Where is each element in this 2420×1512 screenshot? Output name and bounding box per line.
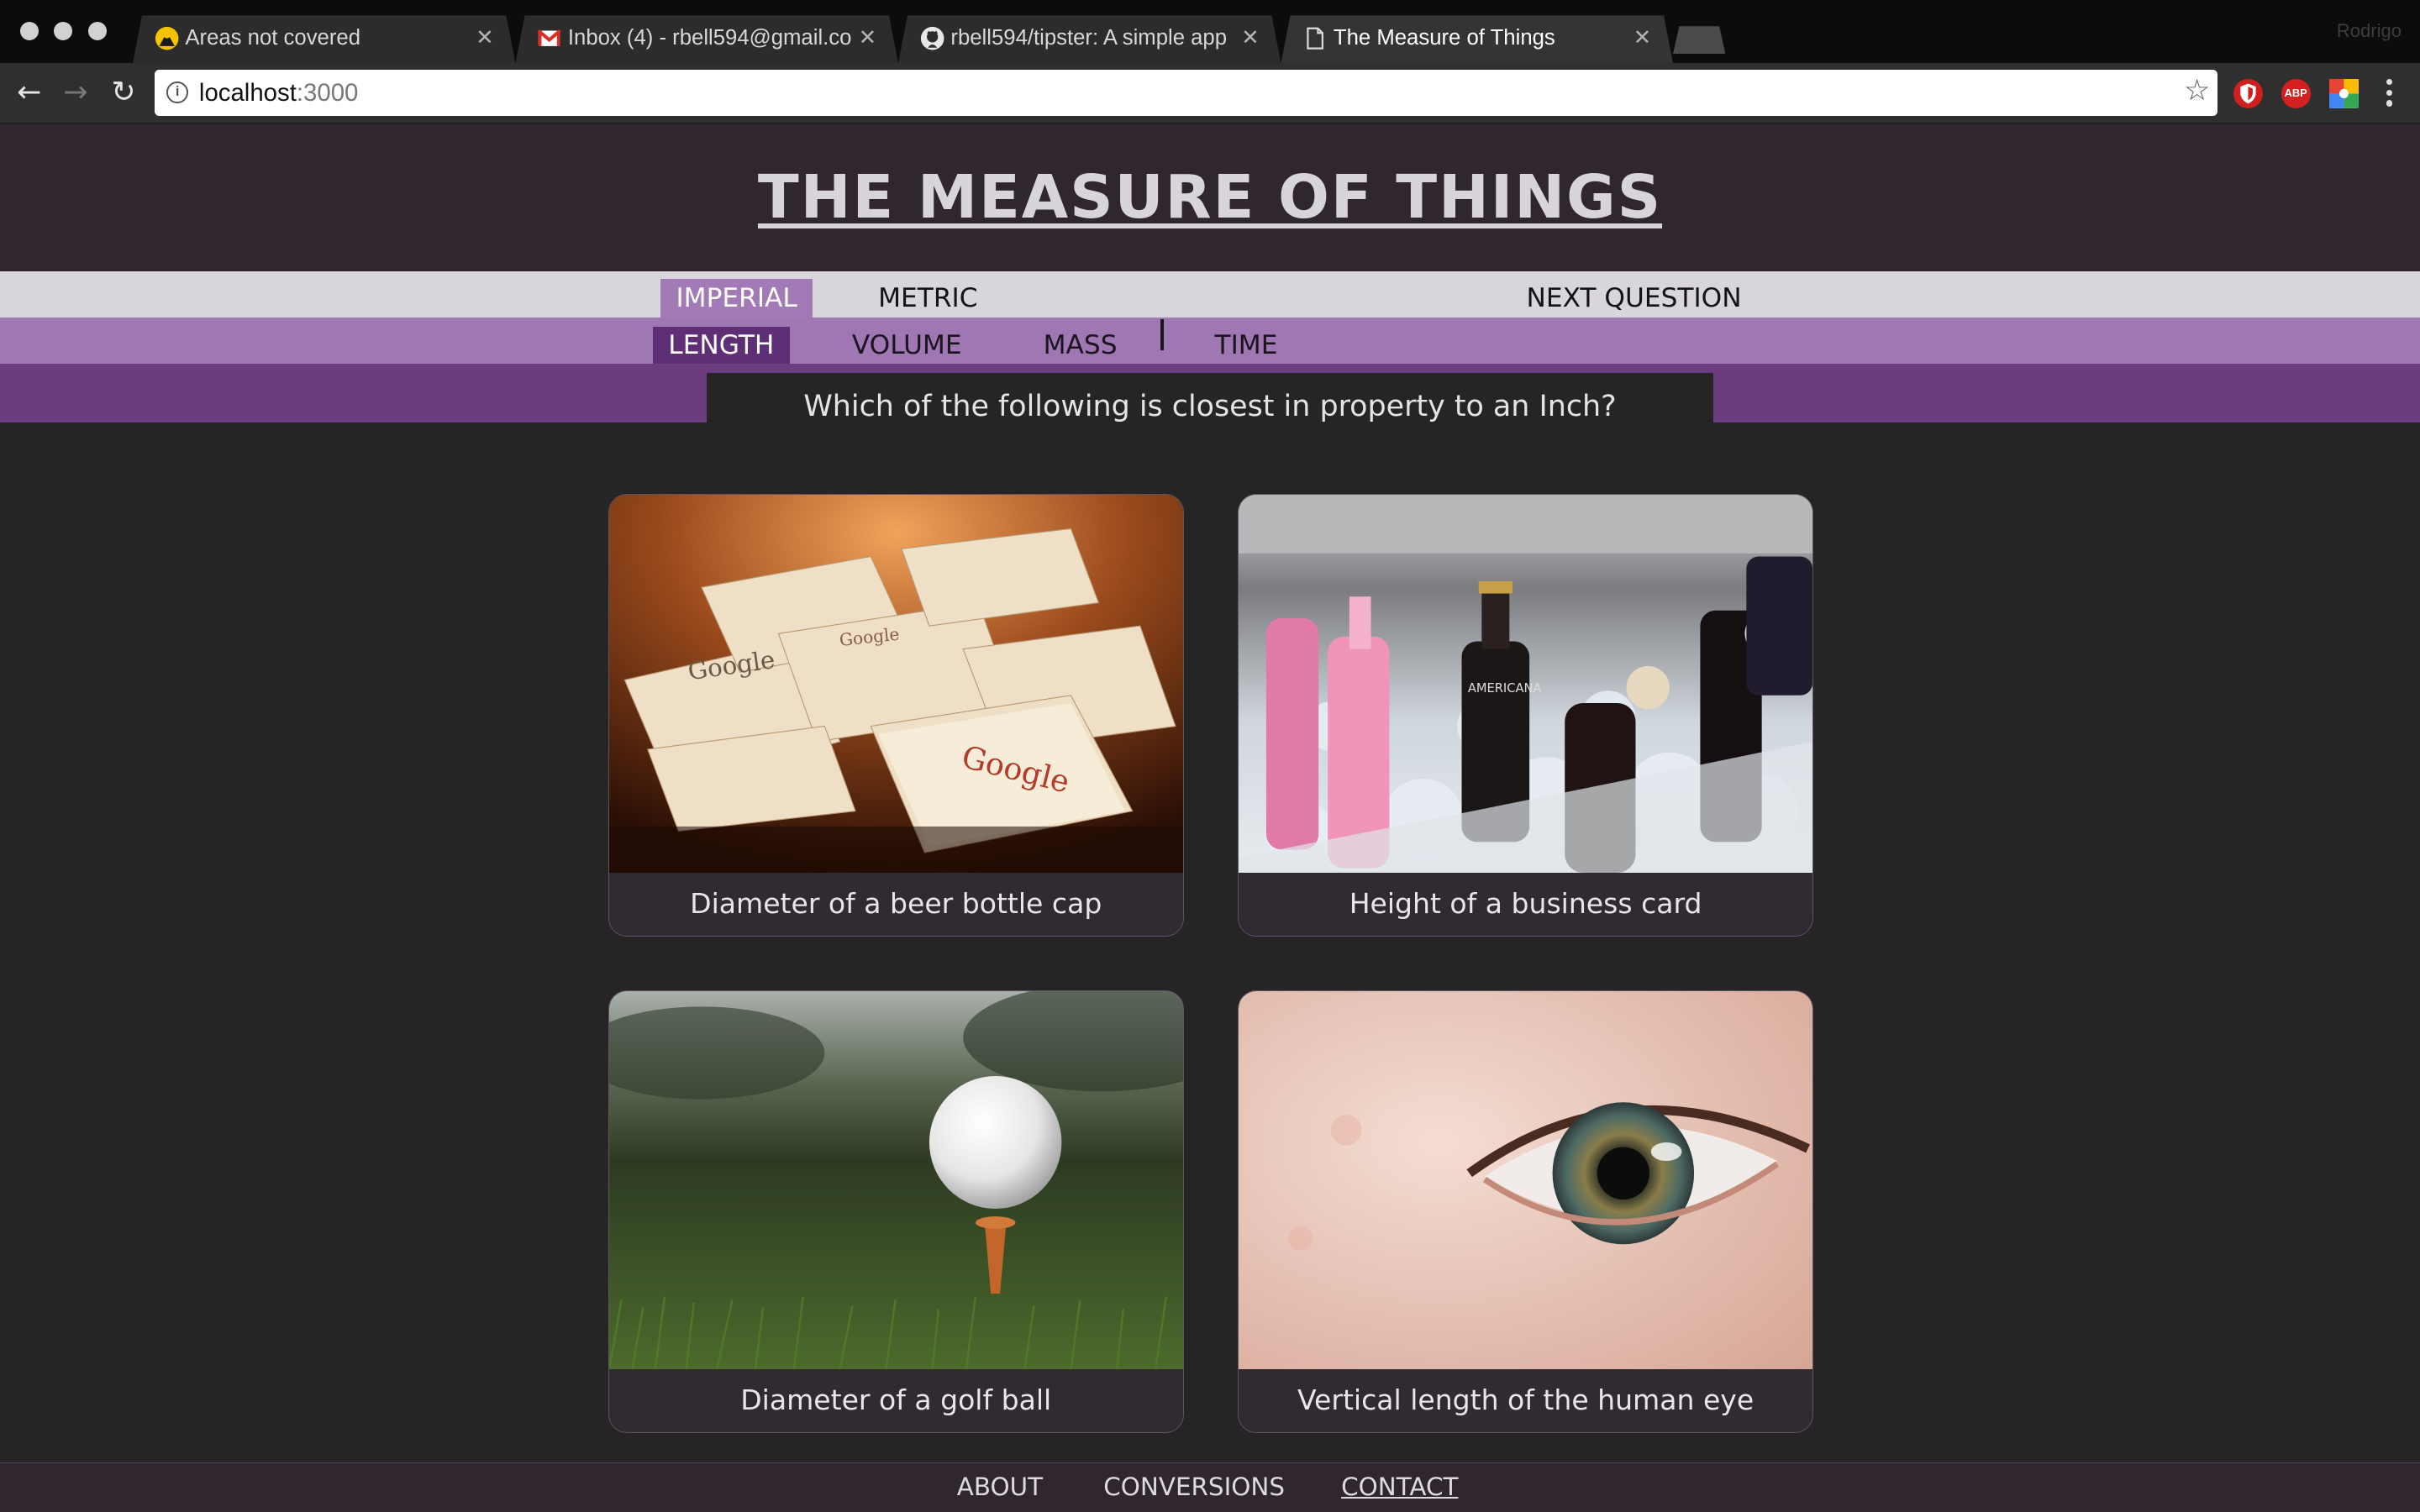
url-port: :3000 [296,78,359,107]
tab-imperial[interactable]: IMPERIAL [660,279,813,320]
address-bar[interactable]: i localhost:3000 ☆ [154,69,2218,116]
browser-window: Areas not covered ✕ Inbox (4) - rbell594… [0,0,2420,1512]
category-bar: LENGTH VOLUME MASS TIME [0,318,2420,365]
window-zoom-icon[interactable] [87,21,107,40]
answer-card-1[interactable]: Google Google Google Diameter of a beer … [608,493,1184,937]
address-url[interactable]: localhost:3000 [199,70,358,116]
site-footer: ABOUT CONVERSIONS CONTACT [0,1462,2420,1512]
forward-arrow-icon[interactable]: → [59,76,92,109]
github-icon [920,26,944,50]
tab-gmail-inbox[interactable]: Inbox (4) - rbell594@gmail.com ✕ [515,15,898,63]
close-tab-icon[interactable]: ✕ [476,15,494,61]
tab-length[interactable]: LENGTH [652,327,790,365]
tab-time[interactable]: TIME [1199,327,1293,364]
url-host: localhost [198,78,297,107]
answer-caption: Diameter of a beer bottle cap [608,872,1183,936]
footer-link-contact[interactable]: CONTACT [1341,1473,1458,1501]
document-icon [1302,26,1327,50]
ublock-icon[interactable] [2233,78,2263,108]
answer-card-4[interactable]: Vertical length of the human eye [1238,990,1814,1434]
answer-card-3[interactable]: Diameter of a golf ball [608,990,1184,1434]
tab-title: Areas not covered [185,26,360,50]
tab-areas-not-covered[interactable]: Areas not covered ✕ [133,15,516,63]
gmail-icon [537,26,561,50]
svg-text:AMERICANA: AMERICANA [1468,681,1542,696]
question-text: Which of the following is closest in pro… [707,373,1713,429]
human-eye-photo [1239,991,1813,1370]
footer-link-conversions[interactable]: CONVERSIONS [1103,1473,1285,1501]
answer-caption: Diameter of a golf ball [608,1369,1183,1433]
tab-mass[interactable]: MASS [1028,327,1133,364]
business-cards-photo: Google Google Google [608,494,1183,873]
answer-caption: Height of a business card [1239,872,1813,936]
window-minimize-icon[interactable] [54,21,73,40]
window-close-icon[interactable] [19,21,39,40]
kebab-menu-icon[interactable] [2381,76,2396,109]
tab-metric[interactable]: METRIC [863,279,993,319]
browser-toolbar: ← → ↻ i localhost:3000 ☆ ABP [0,63,2420,123]
tab-github-tipster[interactable]: rbell594/tipster: A simple app ✕ [898,15,1281,63]
site-header: THE MEASURE OF THINGS [0,124,2420,272]
tab-title: The Measure of Things [1333,26,1555,50]
tab-strip: Areas not covered ✕ Inbox (4) - rbell594… [0,0,2420,64]
tab-title: rbell594/tipster: A simple app [950,26,1228,50]
tab-title: Inbox (4) - rbell594@gmail.com [567,26,852,50]
tab-volume[interactable]: VOLUME [837,327,977,364]
adblock-plus-icon[interactable]: ABP [2281,78,2311,108]
site-title-link[interactable]: THE MEASURE OF THINGS [0,162,2420,232]
close-tab-icon[interactable]: ✕ [1634,15,1652,61]
back-arrow-icon[interactable]: ← [13,76,46,109]
unit-system-bar: IMPERIAL METRIC NEXT QUESTION [0,271,2420,320]
google-extension-icon[interactable] [2328,78,2359,108]
close-tab-icon[interactable]: ✕ [1241,15,1260,61]
new-tab-button[interactable] [1673,26,1725,54]
bottles-on-ice-photo: AMERICANA [1239,494,1813,873]
footer-link-about[interactable]: ABOUT [957,1473,1043,1501]
category-divider [1160,319,1164,350]
profile-name[interactable]: Rodrigo [2337,20,2402,42]
star-icon[interactable]: ☆ [2184,74,2210,108]
close-tab-icon[interactable]: ✕ [859,15,877,61]
golf-ball-photo [608,991,1183,1370]
answer-card-2[interactable]: AMERICANA Height of a business card [1238,493,1814,937]
answer-caption: Vertical length of the human eye [1239,1369,1813,1433]
site-logo-icon [155,26,179,50]
tab-measure-of-things[interactable]: The Measure of Things ✕ [1281,15,1673,63]
info-icon[interactable]: i [166,81,189,104]
next-question-button[interactable]: NEXT QUESTION [1511,279,1757,319]
reload-icon[interactable]: ↻ [107,76,140,109]
